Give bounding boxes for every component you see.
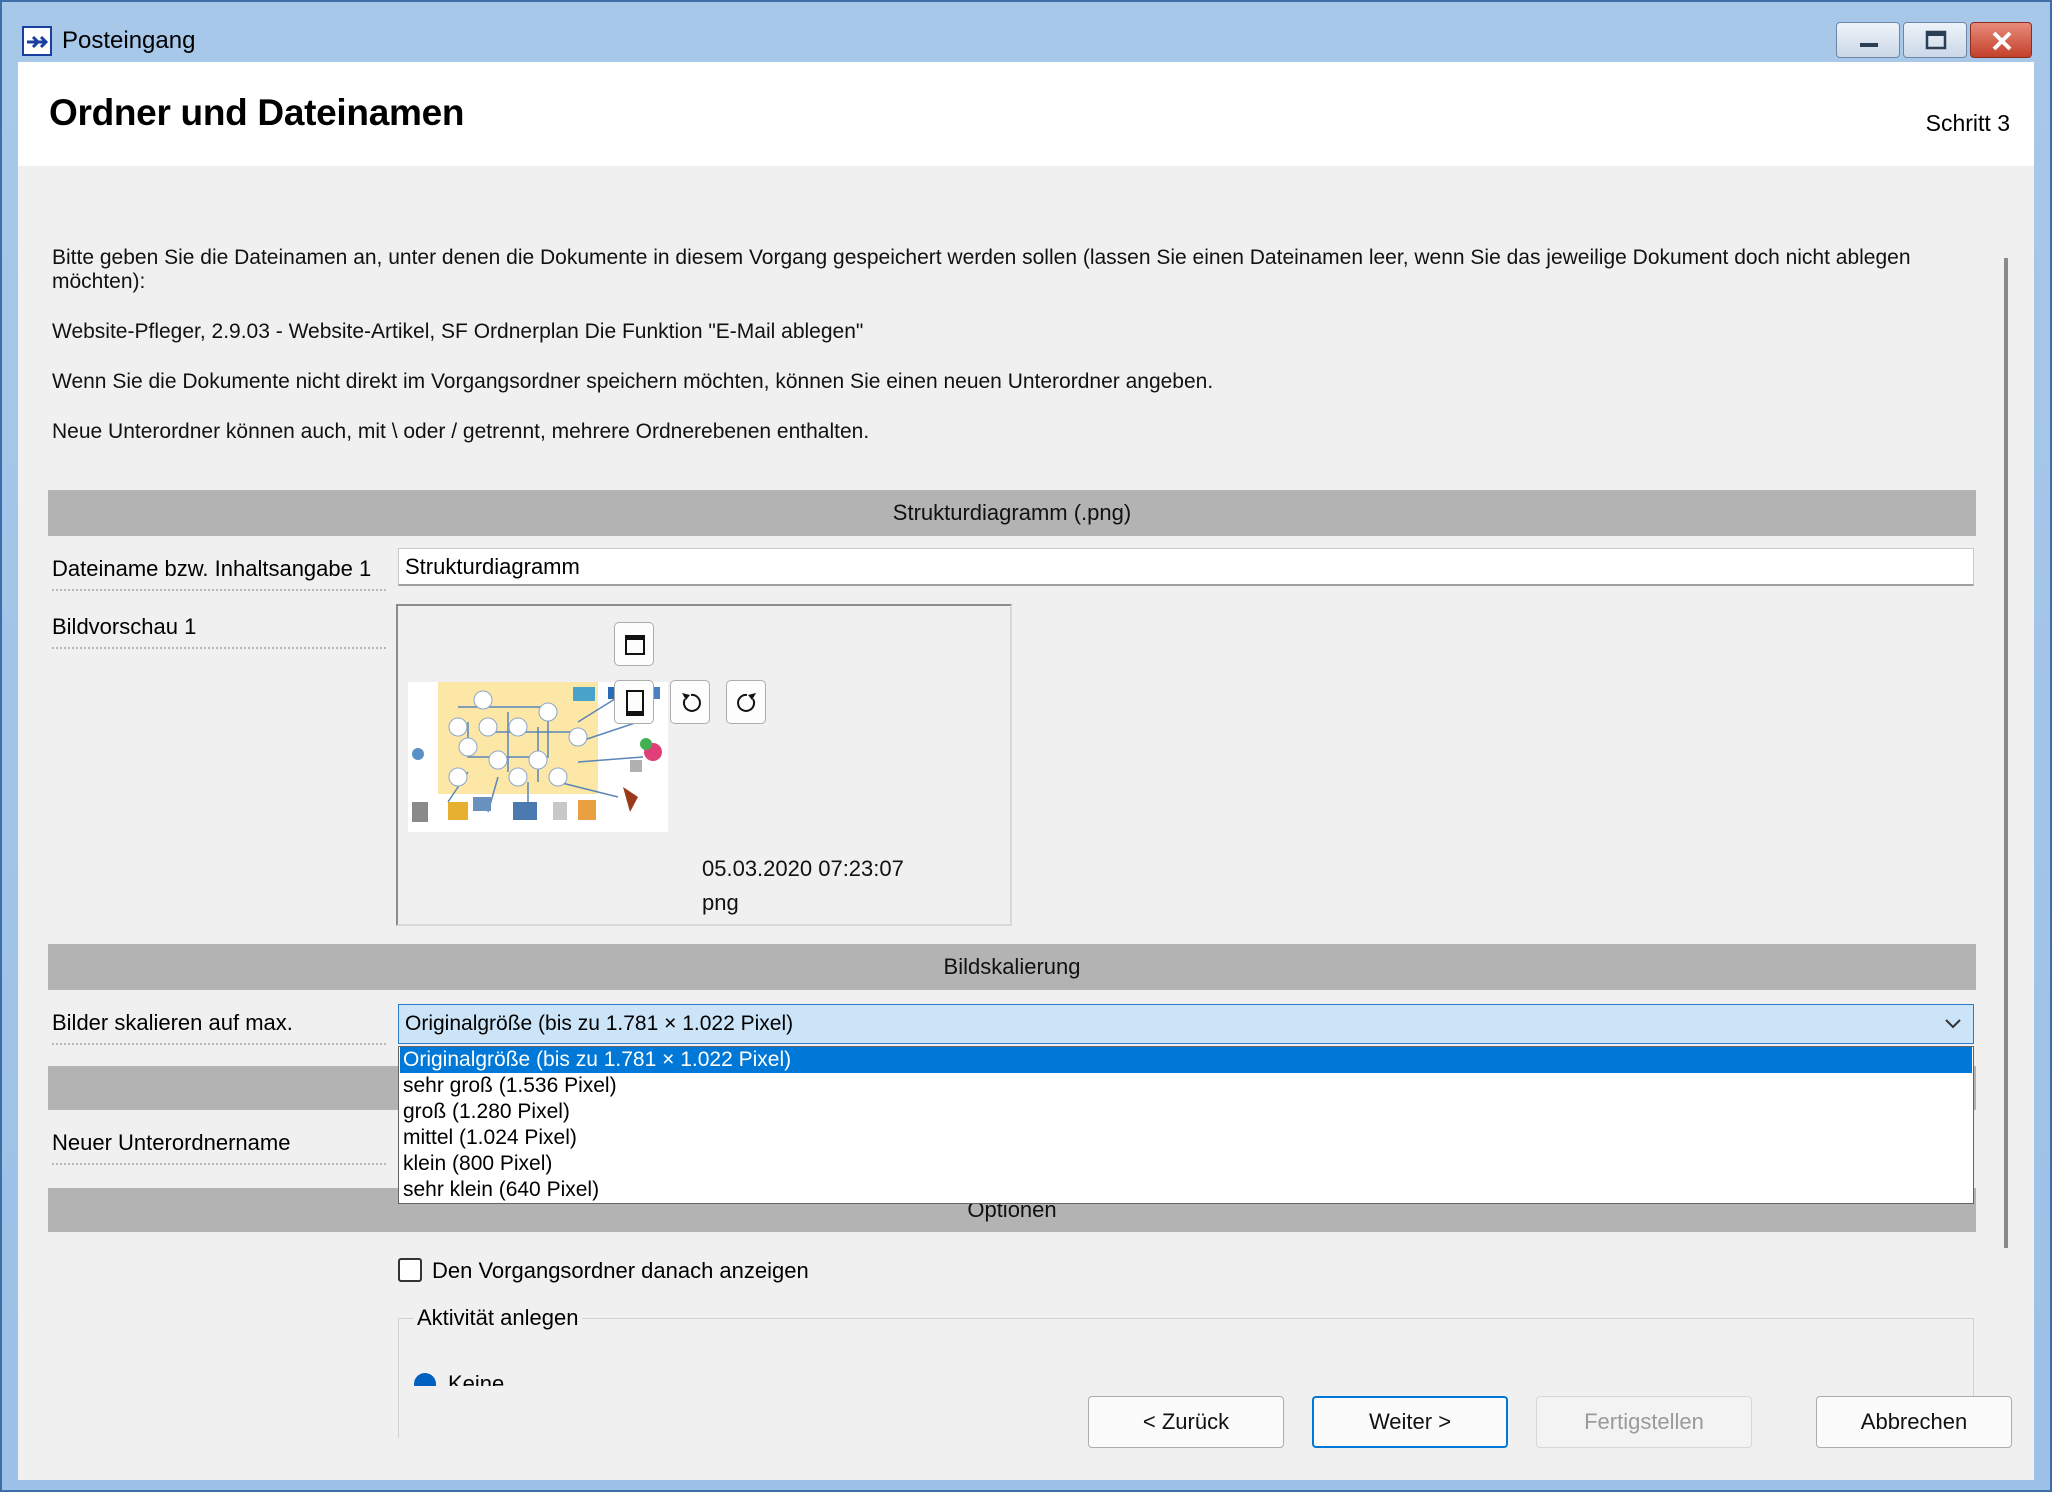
- rotate-left-icon: [682, 693, 701, 712]
- maximize-icon: [1925, 30, 1947, 50]
- dialog-window: Posteingang Ordner und Dateinamen Schrit…: [0, 0, 2052, 1492]
- wizard-header: Ordner und Dateinamen Schritt 3: [18, 62, 2034, 166]
- rotate-right-button[interactable]: [726, 680, 766, 724]
- scaling-select[interactable]: Originalgröße (bis zu 1.781 × 1.022 Pixe…: [398, 1004, 1974, 1044]
- folder-levels-hint-text: Neue Unterordner können auch, mit \ oder…: [52, 420, 870, 443]
- minimize-icon: [1860, 43, 1878, 47]
- minimize-button[interactable]: [1836, 22, 1900, 58]
- activity-radio-none[interactable]: Keine: [398, 1368, 598, 1386]
- portrait-view-button[interactable]: [614, 680, 654, 724]
- next-button[interactable]: Weiter >: [1312, 1396, 1508, 1448]
- filename-label: Dateiname bzw. Inhaltsangabe 1: [52, 556, 386, 591]
- scaling-option-very-small[interactable]: sehr klein (640 Pixel): [400, 1177, 1972, 1203]
- portrait-page-icon: [626, 690, 644, 716]
- preview-date: 05.03.2020 07:23:07: [702, 856, 904, 881]
- scaling-section-header: Bildskalierung: [48, 944, 1976, 990]
- filename-input[interactable]: Strukturdiagramm: [398, 548, 1974, 586]
- show-folder-checkbox-label[interactable]: Den Vorgangsordner danach anzeigen: [432, 1258, 809, 1284]
- scaling-option-original[interactable]: Originalgröße (bis zu 1.781 × 1.022 Pixe…: [400, 1047, 1972, 1073]
- vertical-scrollbar[interactable]: [1994, 222, 2022, 1274]
- scrollbar-thumb[interactable]: [2004, 258, 2008, 1248]
- preview-file-type: png: [702, 890, 739, 915]
- cancel-button[interactable]: Abbrechen: [1816, 1396, 2012, 1448]
- activity-radio-none-label[interactable]: Keine: [448, 1371, 504, 1386]
- scaling-label: Bilder skalieren auf max.: [52, 1010, 386, 1045]
- arrow-into-box-icon: [22, 26, 52, 56]
- radio-selected-icon: [414, 1373, 436, 1386]
- page-title: Ordner und Dateinamen: [49, 92, 465, 133]
- step-indicator: Schritt 3: [1925, 110, 2010, 136]
- intro-text: Bitte geben Sie die Dateinamen an, unter…: [52, 246, 1911, 293]
- show-folder-checkbox[interactable]: [398, 1258, 422, 1282]
- subfolder-label: Neuer Unterordnername: [52, 1130, 386, 1165]
- subfolder-hint-text: Wenn Sie die Dokumente nicht direkt im V…: [52, 370, 1214, 393]
- maximize-button[interactable]: [1903, 22, 1967, 58]
- image-preview-panel: 05.03.2020 07:23:07 png: [396, 604, 1012, 926]
- close-button[interactable]: [1970, 22, 2032, 58]
- window-icon: [625, 635, 645, 655]
- context-path-text: Website-Pfleger, 2.9.03 - Website-Artike…: [52, 320, 864, 343]
- back-button[interactable]: < Zurück: [1088, 1396, 1284, 1448]
- scaling-option-large[interactable]: groß (1.280 Pixel): [400, 1099, 1972, 1125]
- rotate-left-button[interactable]: [670, 680, 710, 724]
- dialog-client-area: Ordner und Dateinamen Schritt 3 Bitte ge…: [18, 62, 2034, 1480]
- finish-button[interactable]: Fertigstellen: [1536, 1396, 1752, 1448]
- scaling-option-very-large[interactable]: sehr groß (1.536 Pixel): [400, 1073, 1972, 1099]
- full-view-button[interactable]: [614, 622, 654, 666]
- title-bar[interactable]: Posteingang: [2, 2, 2050, 62]
- scaling-option-medium[interactable]: mittel (1.024 Pixel): [400, 1125, 1972, 1151]
- close-icon: [1992, 31, 2012, 51]
- scaling-option-small[interactable]: klein (800 Pixel): [400, 1151, 1972, 1177]
- window-title: Posteingang: [62, 27, 196, 54]
- rotate-right-icon: [737, 693, 756, 712]
- create-activity-group-title: Aktivität anlegen: [413, 1305, 583, 1331]
- preview-label: Bildvorschau 1: [52, 614, 386, 649]
- scaling-dropdown-list[interactable]: Originalgröße (bis zu 1.781 × 1.022 Pixe…: [398, 1046, 1974, 1204]
- scaling-selected-value: Originalgröße (bis zu 1.781 × 1.022 Pixe…: [405, 1012, 794, 1035]
- document-section-header: Strukturdiagramm (.png): [48, 490, 1976, 536]
- chevron-down-icon: [1945, 1019, 1961, 1029]
